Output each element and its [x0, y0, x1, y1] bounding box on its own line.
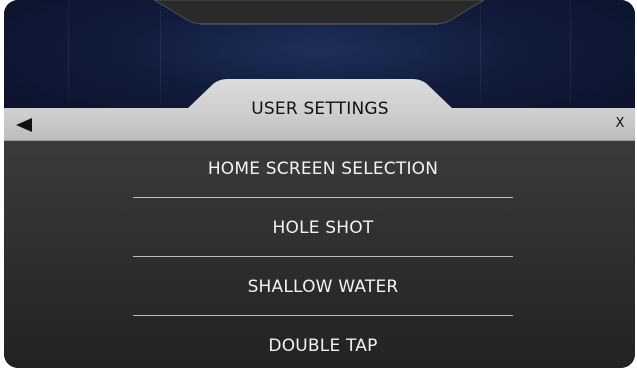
menu-item-double-tap[interactable]: DOUBLE TAP [133, 318, 513, 368]
menu-item-shallow-water[interactable]: SHALLOW WATER [133, 259, 513, 315]
menu-divider [133, 197, 513, 198]
menu-item-home-screen-selection[interactable]: HOME SCREEN SELECTION [133, 141, 513, 197]
page-title: USER SETTINGS [251, 99, 389, 119]
menu-divider [133, 256, 513, 257]
close-button[interactable]: X [610, 114, 630, 134]
menu-divider [133, 315, 513, 316]
back-button[interactable] [12, 115, 38, 135]
back-arrow-icon [12, 115, 38, 135]
menu-item-hole-shot[interactable]: HOLE SHOT [133, 200, 513, 256]
user-settings-screen: USER SETTINGS X HOME SCREEN SELECTION HO… [4, 0, 635, 368]
